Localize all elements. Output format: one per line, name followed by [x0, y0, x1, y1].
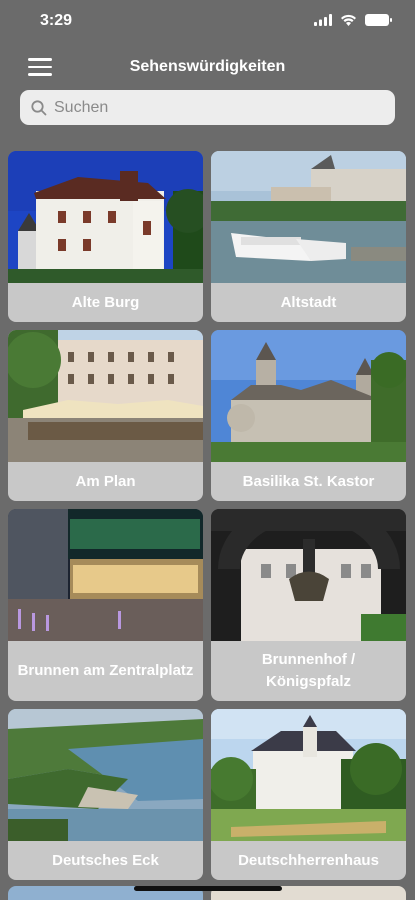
sight-image [211, 509, 406, 641]
sight-label: Brunnenhof / Königspfalz [261, 651, 356, 690]
navigation-bar: Sehenswürdigkeiten [0, 48, 415, 88]
sight-image [211, 330, 406, 462]
sight-label: Altstadt [280, 293, 337, 311]
sight-label: Alte Burg [71, 293, 140, 311]
sight-card-brunnenhof-koenigspfalz[interactable]: Brunnenhof / Königspfalz [211, 509, 406, 701]
battery-icon [365, 14, 392, 26]
sight-label: Brunnen am Zentralplatz [17, 662, 194, 680]
sight-image [211, 151, 406, 283]
sight-image [8, 330, 203, 462]
status-icons [314, 14, 392, 26]
sight-card-alte-burg[interactable]: Alte Burg [8, 151, 203, 322]
sight-label: Am Plan [75, 472, 136, 490]
sight-card-deutschherrenhaus[interactable]: Deutschherrenhaus [211, 709, 406, 880]
sight-card-altstadt[interactable]: Altstadt [211, 151, 406, 322]
search-icon [24, 90, 54, 125]
sight-image [8, 509, 203, 641]
sight-card-am-plan[interactable]: Am Plan [8, 330, 203, 501]
page-title: Sehenswürdigkeiten [129, 58, 286, 75]
sight-card-basilika-st-kastor[interactable]: Basilika St. Kastor [211, 330, 406, 501]
sight-label: Basilika St. Kastor [242, 472, 375, 490]
signal-icon [314, 14, 332, 26]
sight-label: Deutschherrenhaus [238, 851, 379, 869]
sight-card-brunnen-am-zentralplatz[interactable]: Brunnen am Zentralplatz [8, 509, 203, 701]
sight-card-deutsches-eck[interactable]: Deutsches Eck [8, 709, 203, 880]
sights-grid: Alte Burg Altstadt Am Plan Basilika St. … [8, 151, 408, 880]
sight-image [8, 709, 203, 841]
sight-label: Deutsches Eck [52, 851, 159, 869]
status-time: 3:29 [40, 12, 73, 29]
wifi-icon [341, 14, 356, 26]
search-bar[interactable] [20, 90, 395, 125]
status-bar: 3:29 [0, 0, 415, 44]
home-indicator[interactable] [134, 886, 282, 891]
search-input[interactable] [54, 98, 374, 117]
sight-image [8, 151, 203, 283]
sight-image [211, 709, 406, 841]
